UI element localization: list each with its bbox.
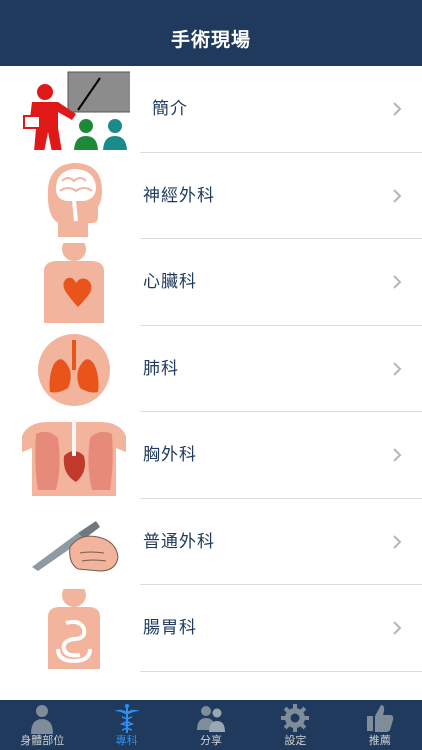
body-silhouette-icon [31,705,54,734]
list-item-label: 腸胃科 [143,618,197,638]
tab-label: 設定 [284,734,307,747]
list-item-intro[interactable]: 簡介 [0,66,422,153]
list-item-pulmonology[interactable]: 肺科 [0,326,422,412]
list-item-general-surgery[interactable]: 普通外科 [0,499,422,585]
presentation-icon [23,71,130,150]
intestine-torso-icon [48,589,100,669]
thumbs-up-icon [366,705,394,732]
list-item-label: 神經外科 [143,185,215,206]
chevron-right-icon [393,534,402,549]
gear-icon [281,704,310,732]
people-icon [197,706,226,732]
list-item-label: 心臟科 [143,272,197,292]
list-item-label: 普通外科 [143,531,215,552]
brain-head-icon [47,162,102,237]
lungs-icon [38,333,110,406]
tab-specialties[interactable]: 專科 [84,700,168,750]
chevron-right-icon [393,188,402,203]
heart-torso-icon [44,243,104,323]
list-item-label: 簡介 [152,99,188,119]
list-item-gastroenterology[interactable]: 腸胃科 [0,585,422,672]
chevron-right-icon [393,621,402,635]
nav-bar: 手術現場 [0,0,422,66]
chevron-right-icon [393,448,402,462]
list-item-cardiology[interactable]: 心臟科 [0,239,422,326]
chevron-right-icon [393,102,402,116]
list-item-label: 肺科 [143,358,179,379]
list-item-label: 胸外科 [143,445,197,465]
specialty-list: 簡介 神經外科 心臟科 肺科 胸外科 普通外科 腸胃科 [0,66,422,700]
page-title: 手術現場 [170,28,251,51]
tab-label: 專科 [115,734,138,747]
caduceus-icon [113,704,140,733]
tab-settings[interactable]: 設定 [253,700,337,750]
tab-share[interactable]: 分享 [169,700,253,750]
tab-label: 推薦 [368,734,391,747]
list-item-neurosurgery[interactable]: 神經外科 [0,153,422,239]
row-divider [140,670,422,672]
tab-label: 身體部位 [20,734,65,747]
tab-label: 分享 [200,734,223,747]
list-item-thoracic-surgery[interactable]: 胸外科 [0,412,422,499]
chevron-right-icon [393,275,402,289]
scalpel-hand-icon [32,520,119,572]
tab-recommend[interactable]: 推薦 [338,700,422,750]
tab-bar: 身體部位 專科 分享 設定 推薦 [0,700,422,750]
chest-anatomy-icon [22,420,126,496]
chevron-right-icon [393,361,402,376]
tab-body-parts[interactable]: 身體部位 [0,700,84,750]
